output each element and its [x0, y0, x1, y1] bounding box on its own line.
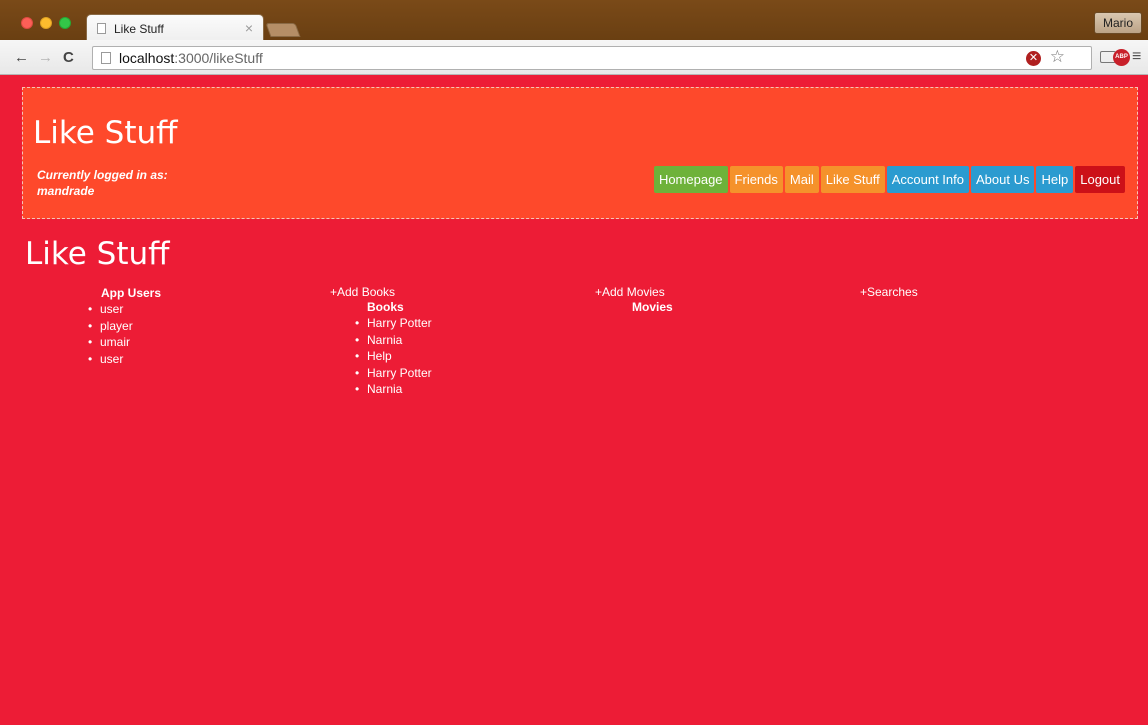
browser-titlebar: Like Stuff × Mario [0, 0, 1148, 41]
movies-section: Movies [595, 299, 673, 315]
app-users-column: App Users userplayerumairuser [88, 285, 161, 367]
menu-icon[interactable]: ≡ [1132, 48, 1141, 66]
page-title: Like Stuff [25, 236, 170, 272]
tab-close-icon[interactable]: × [245, 20, 253, 36]
movies-column: +Add Movies Movies [595, 285, 673, 315]
forward-icon[interactable]: → [38, 49, 53, 66]
url-host: localhost [119, 50, 175, 66]
nav-like-stuff-button[interactable]: Like Stuff [820, 166, 885, 193]
profile-button[interactable]: Mario [1093, 12, 1142, 34]
maximize-window-button[interactable] [59, 17, 71, 29]
close-window-button[interactable] [21, 17, 33, 29]
nav-friends-button[interactable]: Friends [729, 166, 783, 193]
nav-mail-button[interactable]: Mail [784, 166, 819, 193]
books-column: +Add Books Books Harry PotterNarniaHelpH… [330, 285, 432, 398]
searches-link[interactable]: +Searches [860, 285, 918, 299]
book-list-item: Narnia [355, 381, 432, 398]
book-list-item: Help [355, 348, 432, 365]
username: mandrade [37, 184, 95, 198]
user-list-item: user [88, 301, 161, 318]
app-users-heading: App Users [101, 286, 162, 300]
books-heading: Books [367, 300, 404, 314]
books-section: Books Harry PotterNarniaHelpHarry Potter… [330, 299, 432, 398]
main-nav: Homepage Friends Mail Like Stuff Account Inf… [653, 166, 1125, 193]
nav-account-info-button[interactable]: Account Info [886, 166, 969, 193]
movies-heading: Movies [632, 300, 673, 314]
add-movies-link[interactable]: +Add Movies [595, 285, 673, 299]
browser-toolbar: ← → C localhost:3000/likeStuff ✕ ☆ ABP ≡ [0, 40, 1148, 75]
book-list-item: Narnia [355, 332, 432, 349]
page-icon [97, 23, 106, 34]
nav-help-button[interactable]: Help [1036, 166, 1074, 193]
reload-icon[interactable]: C [63, 49, 74, 66]
back-icon[interactable]: ← [14, 49, 29, 66]
app-users-list: userplayerumairuser [88, 301, 161, 367]
add-books-link[interactable]: +Add Books [330, 285, 432, 299]
book-list-item: Harry Potter [355, 315, 432, 332]
url-text: localhost:3000/likeStuff [119, 50, 263, 66]
new-tab-button[interactable] [265, 23, 301, 37]
user-list-item: umair [88, 334, 161, 351]
browser-tab[interactable]: Like Stuff × [86, 14, 264, 41]
tab-title: Like Stuff [114, 22, 164, 36]
user-list-item: user [88, 351, 161, 368]
nav-about-us-button[interactable]: About Us [971, 166, 1035, 193]
url-path: :3000/likeStuff [174, 50, 263, 66]
nav-homepage-button[interactable]: Homepage [653, 166, 728, 193]
book-list-item: Harry Potter [355, 365, 432, 382]
page-icon [101, 52, 111, 64]
logged-in-label: Currently logged in as: [37, 168, 168, 182]
site-header: Like Stuff Currently logged in as: mandr… [22, 87, 1138, 219]
nav-logout-button[interactable]: Logout [1075, 166, 1125, 193]
adblock-icon[interactable]: ABP [1113, 49, 1130, 66]
user-list-item: player [88, 318, 161, 335]
site-title: Like Stuff [33, 115, 178, 151]
minimize-window-button[interactable] [40, 17, 52, 29]
login-status: Currently logged in as: mandrade [37, 167, 197, 199]
blocked-content-icon[interactable]: ✕ [1026, 51, 1041, 66]
address-bar[interactable]: localhost:3000/likeStuff ✕ ☆ [92, 46, 1092, 70]
searches-column: +Searches [860, 285, 918, 299]
bookmark-star-icon[interactable]: ☆ [1050, 47, 1065, 67]
books-list: Harry PotterNarniaHelpHarry PotterNarnia [355, 315, 432, 398]
